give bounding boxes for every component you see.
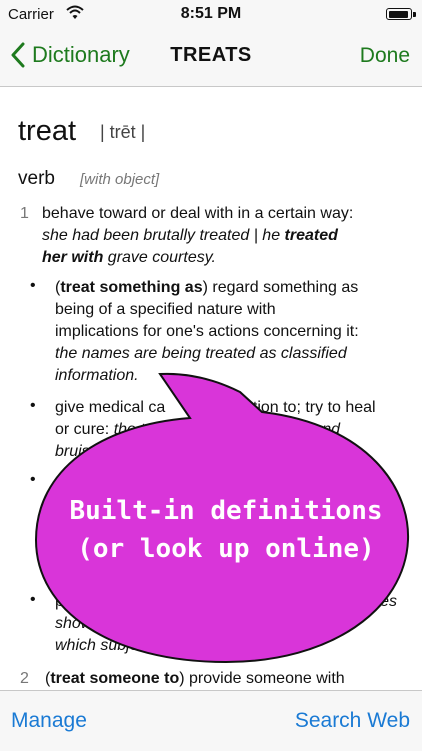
manage-button[interactable]: Manage <box>11 709 87 733</box>
grammar-note: [with object] <box>80 171 160 188</box>
battery-fill <box>388 10 409 18</box>
definition-line: (treat something as) regard something as <box>55 277 359 299</box>
example-line: show a s at <box>55 613 405 635</box>
definition-line: behave toward or deal with in a certain … <box>42 205 354 222</box>
definition-text: or cure: <box>55 421 114 438</box>
navigation-bar: Dictionary TREATS Done <box>0 28 422 87</box>
bullet: • <box>30 471 36 488</box>
example-text: at <box>325 615 339 632</box>
definition-line: pres res <box>55 591 405 613</box>
example-line: her with grave courtesy. <box>42 247 353 269</box>
example-text: the names are being treated as classifie… <box>55 345 347 362</box>
definition-text: ) regard something as <box>202 279 359 296</box>
sense-1-definition: behave toward or deal with in a certain … <box>42 203 353 269</box>
example-text: she had been brutally treated | he <box>42 227 285 244</box>
page-title: TREATS <box>170 44 252 66</box>
sense-2-definition: (treat someone to) provide someone with <box>45 668 345 690</box>
bubble-caption: Built-in definitions (or look up online) <box>66 492 386 568</box>
definition-line: give medical ca attention to; try to heal <box>55 397 376 419</box>
search-web-button[interactable]: Search Web <box>295 709 410 733</box>
bullet: • <box>30 397 36 414</box>
definition-text: attention to; try to heal <box>217 399 376 416</box>
example-text: information. <box>55 367 139 384</box>
example-text: b <box>55 539 64 556</box>
example-text: cuts and <box>275 421 341 438</box>
subsense-treat-as: (treat something as) regard something as… <box>55 277 359 387</box>
example-emphasis: her with <box>42 249 104 266</box>
done-button[interactable]: Done <box>360 44 410 68</box>
definition-line: implications for one's actions concernin… <box>55 323 359 340</box>
subsense-4: pres res show a s at which subjects a <box>55 591 405 657</box>
battery-icon <box>386 8 416 20</box>
clock: 8:51 PM <box>180 5 242 22</box>
bullet: • <box>30 591 36 608</box>
definition-text: give medical ca <box>55 399 166 416</box>
example-line: bruises. <box>55 441 376 463</box>
phrase-bold: treat someone to <box>50 670 180 687</box>
example-line: or cure: the two ted for cuts and <box>55 419 376 441</box>
part-of-speech: verb <box>18 168 55 189</box>
definition-text: pres <box>55 593 87 610</box>
example-text: show a s <box>55 615 119 632</box>
phrase-bold: treat something as <box>60 279 203 296</box>
example-line: information. <box>55 365 359 387</box>
definition-view[interactable]: treat | trēt | verb [with object] 1 beha… <box>0 87 422 690</box>
definition-line: appl <box>55 473 86 490</box>
subsense-medical: give medical ca attention to; try to heal… <box>55 397 376 463</box>
example-line: she had been brutally treated | he treat… <box>42 225 353 247</box>
example-emphasis: ted for <box>225 421 276 438</box>
definition-line: being of a specified nature with <box>55 301 276 318</box>
example-text: which subjects a <box>55 637 173 654</box>
sense-number: 2 <box>20 670 29 687</box>
example-line: the names are being treated as classifie… <box>55 343 359 365</box>
definition-text: ) provide someone with <box>179 670 345 687</box>
bubble-line: (or look up online) <box>77 534 375 564</box>
example-line: which subjects a <box>55 635 405 657</box>
example-text: grave courtesy. <box>103 249 216 266</box>
example-emphasis: treated <box>284 227 338 244</box>
example-text: the two <box>113 421 166 438</box>
status-bar: Carrier 8:51 PM <box>0 0 422 28</box>
sense-number: 1 <box>20 205 29 222</box>
bubble-line: Built-in definitions <box>69 496 383 526</box>
bullet: • <box>30 277 36 294</box>
battery-nub <box>413 12 416 17</box>
example-text: res <box>374 593 397 610</box>
pronunciation: | trēt | <box>100 122 146 142</box>
bottom-toolbar: Manage Search Web <box>0 690 422 751</box>
headword: treat <box>18 115 77 147</box>
example-text: bruises. <box>55 443 112 460</box>
